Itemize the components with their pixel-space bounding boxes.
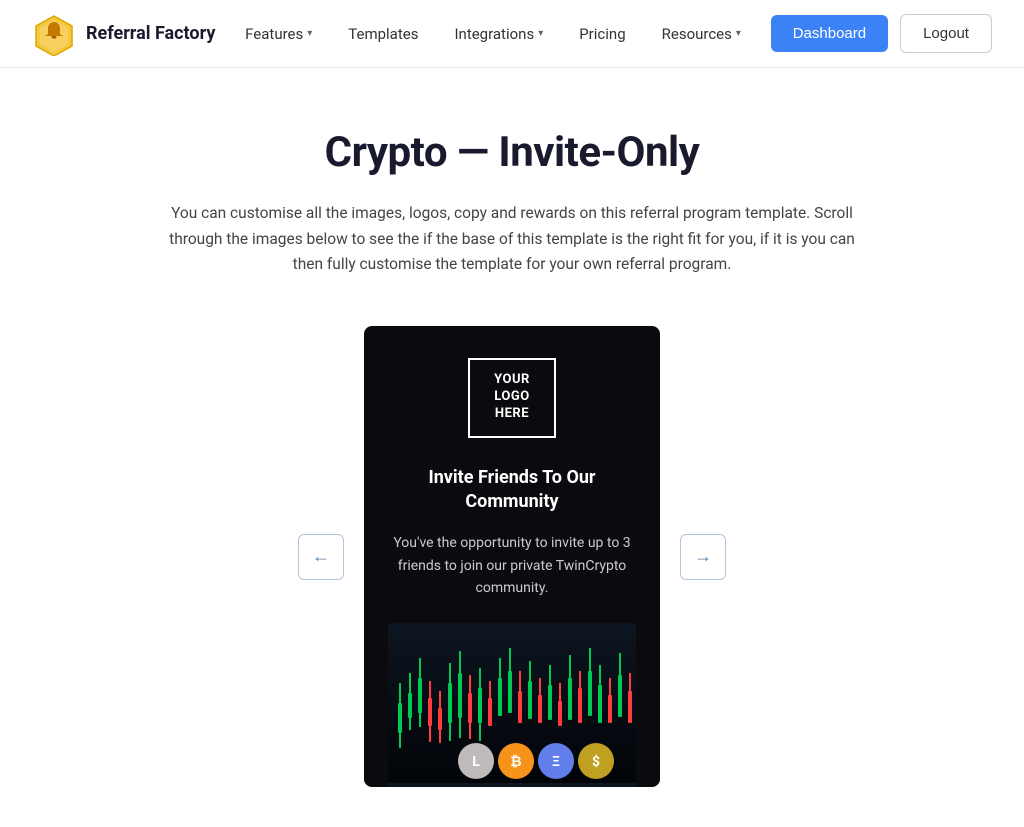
main-content: Crypto — Invite-Only You can customise a… — [62, 68, 962, 827]
svg-text:₿: ₿ — [510, 754, 521, 770]
card-body: You've the opportunity to invite up to 3… — [388, 532, 636, 599]
nav-resources[interactable]: Resources ▾ — [648, 17, 755, 51]
carousel: ← YOUR LOGO HERE Invite Friends To Our C… — [82, 326, 942, 788]
svg-text:Ξ: Ξ — [552, 754, 560, 770]
nav-links: Features ▾ Templates Integrations ▾ Pric… — [231, 17, 755, 51]
svg-text:$: $ — [592, 753, 600, 770]
crypto-chart-svg: L ₿ Ξ $ — [388, 623, 636, 783]
brand-link[interactable]: Referral Factory — [32, 12, 215, 56]
navbar: Referral Factory Features ▾ Templates In… — [0, 0, 1024, 68]
nav-actions: Dashboard Logout — [771, 14, 992, 53]
arrow-left-icon: ← — [312, 546, 330, 567]
nav-pricing[interactable]: Pricing — [565, 17, 639, 51]
arrow-right-icon: → — [694, 546, 712, 567]
carousel-card: YOUR LOGO HERE Invite Friends To Our Com… — [364, 326, 660, 788]
card-heading: Invite Friends To Our Community — [388, 466, 636, 515]
nav-features[interactable]: Features ▾ — [231, 17, 326, 51]
logout-button[interactable]: Logout — [900, 14, 992, 53]
card-chart: L ₿ Ξ $ — [388, 623, 636, 787]
brand-logo-icon — [32, 12, 76, 56]
resources-chevron-icon: ▾ — [736, 28, 741, 39]
nav-integrations[interactable]: Integrations ▾ — [440, 17, 557, 51]
svg-text:L: L — [472, 754, 480, 770]
integrations-chevron-icon: ▾ — [538, 28, 543, 39]
logo-placeholder: YOUR LOGO HERE — [468, 358, 556, 438]
nav-templates[interactable]: Templates — [334, 17, 432, 51]
brand-name: Referral Factory — [86, 23, 215, 44]
page-description: You can customise all the images, logos,… — [162, 201, 862, 278]
carousel-prev-button[interactable]: ← — [298, 534, 344, 580]
carousel-next-button[interactable]: → — [680, 534, 726, 580]
features-chevron-icon: ▾ — [307, 28, 312, 39]
page-title: Crypto — Invite-Only — [82, 128, 942, 177]
dashboard-button[interactable]: Dashboard — [771, 15, 888, 52]
logo-placeholder-text: YOUR LOGO HERE — [494, 372, 530, 423]
